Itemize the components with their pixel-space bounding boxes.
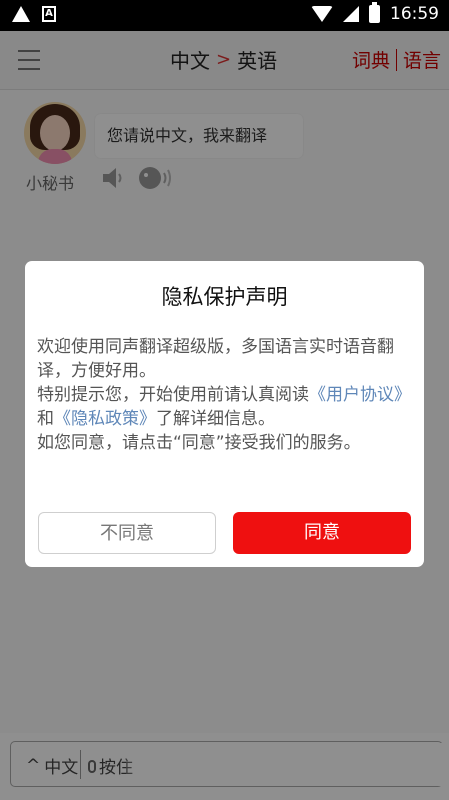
dialog-paragraph-1: 欢迎使用同声翻译超级版，多国语言实时语音翻译，方便好用。 [37,337,394,381]
warning-icon [12,6,30,22]
and-text: 和 [37,409,54,429]
privacy-policy-link[interactable]: 《隐私政策》 [54,409,156,429]
status-time: 16:59 [390,4,439,24]
dialog-paragraph-2: 特别提示您，开始使用前请认真阅读《用户协议》和《隐私政策》了解详细信息。 [37,383,415,431]
battery-icon [369,2,380,23]
status-bar: A 16:59 [0,0,449,31]
a-app-label: A [45,8,53,19]
privacy-dialog: 隐私保护声明 欢迎使用同声翻译超级版，多国语言实时语音翻译，方便好用。 特别提示… [25,261,424,567]
wifi-icon [311,6,333,22]
dialog-paragraph-2-suffix: 了解详细信息。 [156,409,275,429]
disagree-button[interactable]: 不同意 [38,512,216,554]
user-agreement-link[interactable]: 《用户协议》 [309,385,411,405]
dialog-body: 欢迎使用同声翻译超级版，多国语言实时语音翻译，方便好用。 特别提示您，开始使用前… [37,335,415,455]
dialog-paragraph-3: 如您同意，请点击“同意”接受我们的服务。 [37,433,361,453]
signal-icon [343,6,359,22]
a-app-icon: A [42,6,56,22]
agree-button[interactable]: 同意 [233,512,411,554]
dialog-title: 隐私保护声明 [161,285,288,309]
dialog-paragraph-2-prefix: 特别提示您，开始使用前请认真阅读 [37,385,309,405]
